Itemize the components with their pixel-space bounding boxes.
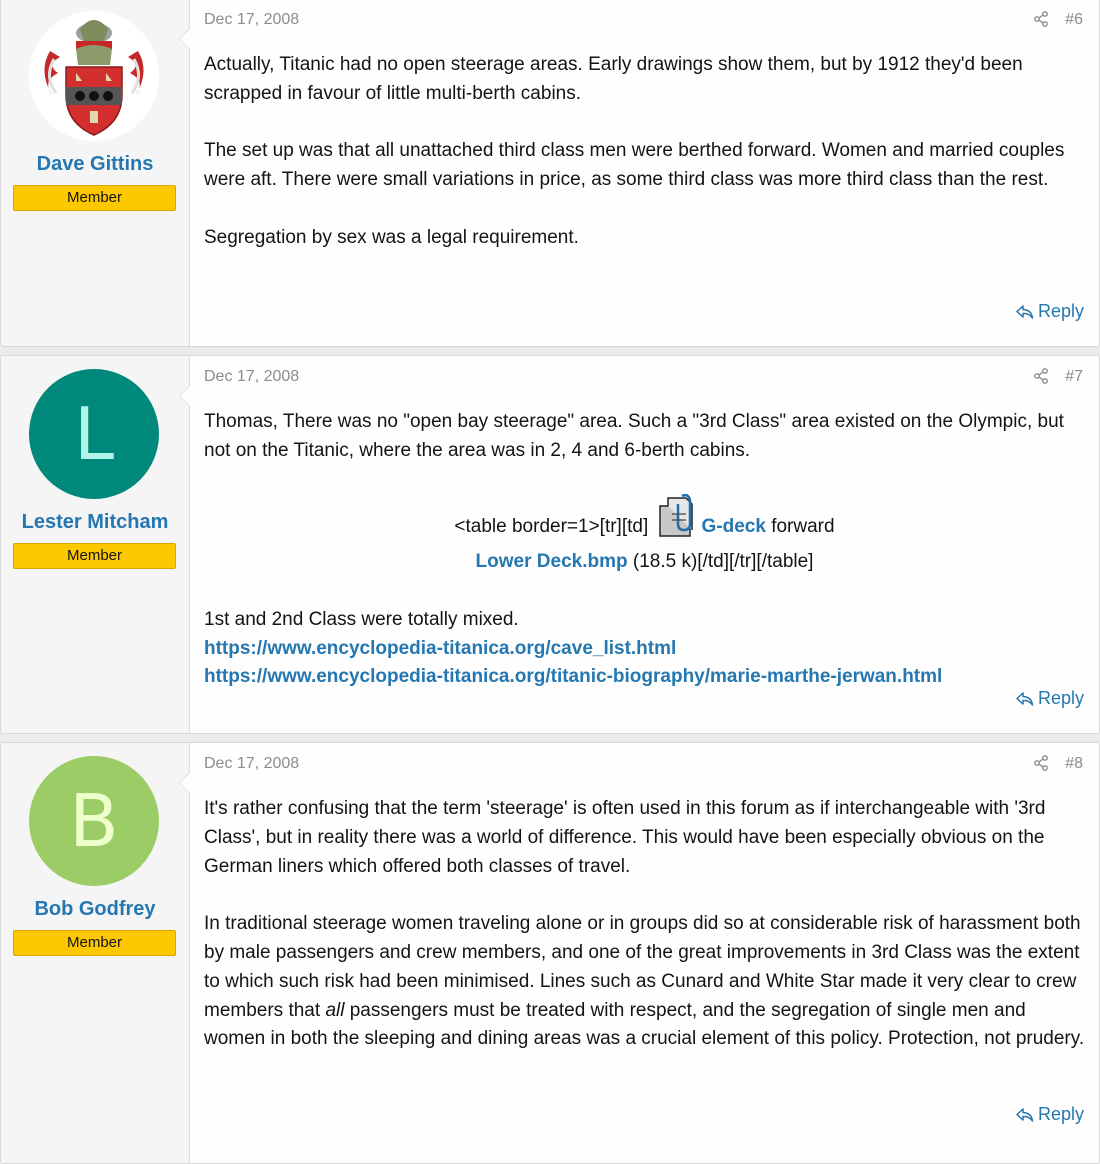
reply-button[interactable]: Reply	[1016, 1104, 1084, 1125]
attachment-paperclip-icon	[658, 494, 702, 548]
reply-icon	[1016, 304, 1034, 319]
post-paragraph: Segregation by sex was a legal requireme…	[204, 226, 579, 248]
reply-label: Reply	[1037, 301, 1084, 321]
user-column: Dave Gittins Member	[1, 0, 190, 346]
post-paragraph: 1st and 2nd Class were totally mixed.	[204, 608, 519, 630]
post-header: Dec 17, 2008 #6	[204, 11, 1083, 31]
avatar[interactable]: B	[29, 756, 159, 886]
user-role-badge: Member	[13, 930, 176, 956]
post-paragraph: Thomas, There was no "open bay steerage"…	[204, 411, 1064, 461]
user-role-badge: Member	[13, 543, 176, 569]
attachment-block: <table border=1>[tr][td] G-deck forward …	[204, 494, 1085, 577]
share-icon[interactable]	[1033, 755, 1049, 776]
username[interactable]: Dave Gittins	[1, 153, 189, 176]
user-column: L Lester Mitcham Member	[1, 356, 190, 733]
post-number[interactable]: #6	[1065, 11, 1083, 29]
external-link[interactable]: https://www.encyclopedia-titanica.org/ca…	[204, 638, 676, 659]
avatar[interactable]: L	[29, 369, 159, 499]
post-number[interactable]: #7	[1065, 368, 1083, 386]
reply-label: Reply	[1037, 1104, 1084, 1124]
user-role-badge: Member	[13, 185, 176, 211]
post-body: Thomas, There was no "open bay steerage"…	[204, 408, 1085, 692]
post-header: Dec 17, 2008 #7	[204, 368, 1083, 388]
post-body: Actually, Titanic had no open steerage a…	[204, 51, 1085, 281]
avatar[interactable]	[29, 11, 159, 141]
post-date[interactable]: Dec 17, 2008	[204, 368, 299, 386]
attachment-file-link[interactable]: Lower Deck.bmp	[476, 551, 628, 572]
reply-button[interactable]: Reply	[1016, 301, 1084, 322]
external-link[interactable]: https://www.encyclopedia-titanica.org/ti…	[204, 666, 942, 687]
username[interactable]: Lester Mitcham	[1, 511, 189, 534]
attachment-suffix: (18.5 k)[/td][/tr][/table]	[627, 551, 814, 573]
avatar-letter: B	[69, 779, 119, 863]
post-number[interactable]: #8	[1065, 755, 1083, 773]
post-7: L Lester Mitcham Member Dec 17, 2008 #7 …	[0, 355, 1100, 734]
reply-label: Reply	[1037, 688, 1084, 708]
user-column: B Bob Godfrey Member	[1, 743, 190, 1163]
post-date[interactable]: Dec 17, 2008	[204, 11, 299, 29]
avatar-letter: L	[73, 392, 115, 476]
reply-button[interactable]: Reply	[1016, 688, 1084, 709]
share-icon[interactable]	[1033, 11, 1049, 32]
post-6: Dave Gittins Member Dec 17, 2008 #6 Actu…	[0, 0, 1100, 347]
coat-of-arms-icon	[44, 20, 144, 136]
emphasis: all	[325, 999, 345, 1021]
post-8: B Bob Godfrey Member Dec 17, 2008 #8 It'…	[0, 742, 1100, 1164]
attachment-link[interactable]: G-deck	[702, 516, 766, 537]
reply-icon	[1016, 1107, 1034, 1122]
post-body: It's rather confusing that the term 'ste…	[204, 795, 1085, 1083]
post-date[interactable]: Dec 17, 2008	[204, 755, 299, 773]
share-icon[interactable]	[1033, 368, 1049, 389]
username[interactable]: Bob Godfrey	[1, 898, 189, 921]
post-paragraph: It's rather confusing that the term 'ste…	[204, 798, 1046, 877]
attachment-text: forward	[765, 516, 835, 538]
reply-icon	[1016, 691, 1034, 706]
post-paragraph: The set up was that all unattached third…	[204, 140, 1065, 191]
post-paragraph: In traditional steerage women traveling …	[204, 913, 1085, 1050]
post-paragraph: Actually, Titanic had no open steerage a…	[204, 54, 1023, 104]
post-header: Dec 17, 2008 #8	[204, 755, 1083, 775]
attachment-prefix: <table border=1>[tr][td]	[454, 516, 649, 538]
